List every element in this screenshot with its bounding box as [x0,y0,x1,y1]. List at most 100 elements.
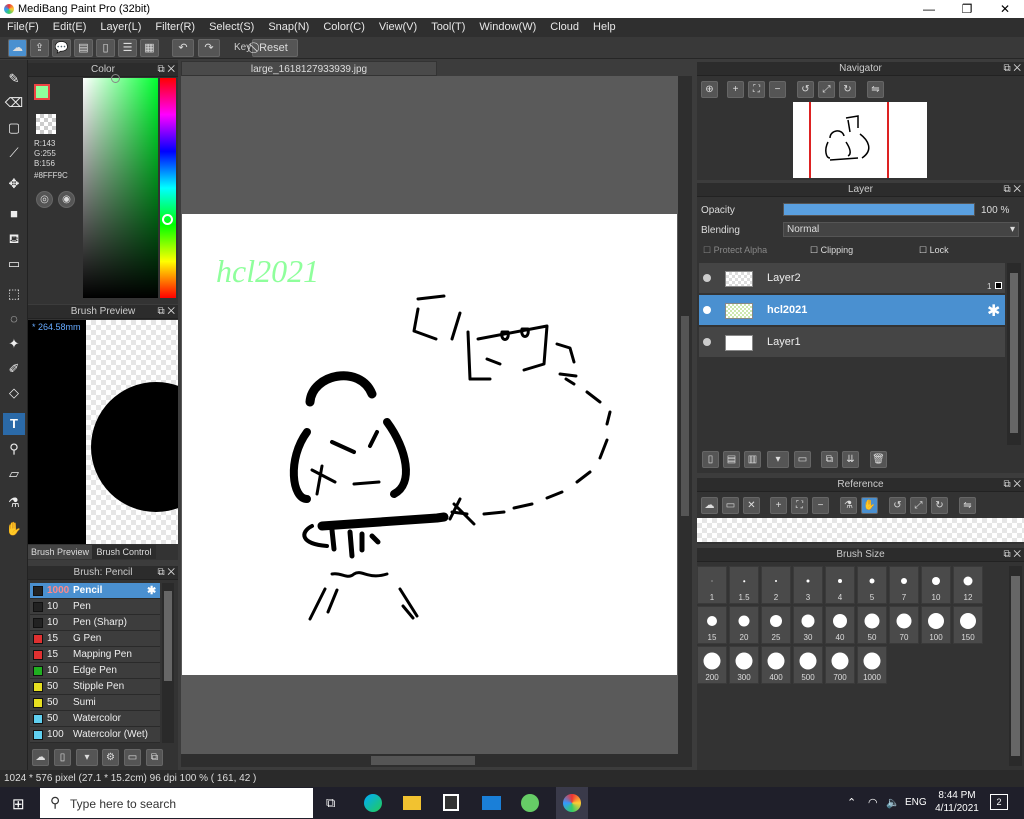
opacity-slider[interactable] [783,203,975,216]
reference-canvas[interactable] [697,518,1024,542]
file-explorer-icon[interactable] [403,796,421,810]
divide-tool-icon[interactable]: ▱ [3,463,25,485]
operation-tool-icon[interactable]: ⚲ [3,438,25,460]
scrollbar-thumb[interactable] [1010,273,1018,433]
tab-brush-preview[interactable]: Brush Preview [28,545,92,559]
menu-tool[interactable]: Tool(T) [424,18,472,37]
lasso-tool-icon[interactable]: ◌ [3,308,25,330]
brush-tool-icon[interactable]: ✎ [3,68,25,90]
brush-size-option[interactable]: 15 [697,606,727,644]
trash-icon[interactable]: 🗑 [870,451,887,468]
brush-item[interactable]: 10 Pen (Sharp) [30,615,160,631]
brush-item[interactable]: 15 G Pen [30,631,160,647]
close-icon[interactable]: ⧉ ✕ [157,566,175,580]
brush-size-option[interactable]: 40 [825,606,855,644]
brush-size-option[interactable]: 4 [825,566,855,604]
close-icon[interactable]: ⧉ ✕ [157,305,175,319]
mail-icon[interactable] [482,796,501,810]
task-view-icon[interactable]: ⧉ [326,795,335,811]
fit-icon[interactable]: ⛶ [791,497,808,514]
fit-screen-icon[interactable]: ⤢ [818,81,835,98]
brush-item[interactable]: 15 Mapping Pen [30,647,160,663]
eyedropper-icon[interactable]: ⚗ [840,497,857,514]
comment-icon[interactable]: 💬 [52,39,71,57]
document-icon[interactable]: ▯ [96,39,115,57]
scrollbar-thumb[interactable] [371,756,475,765]
brush-size-option[interactable]: 300 [729,646,759,684]
select-rect-tool-icon[interactable]: ⬚ [3,283,25,305]
brush-size-option[interactable]: 500 [793,646,823,684]
brush-size-option[interactable]: 10 [921,566,951,604]
horizontal-scrollbar[interactable] [181,754,692,767]
hand-tool-icon[interactable]: ✋ [3,518,25,540]
menu-file[interactable]: File(F) [0,18,46,37]
menu-cloud[interactable]: Cloud [543,18,586,37]
undo-icon[interactable]: ↶ [172,39,194,57]
folder-icon[interactable]: ▭ [794,451,811,468]
protect-alpha-checkbox[interactable]: ☐ Protect Alpha [703,245,767,256]
menu-layer[interactable]: Layer(L) [93,18,148,37]
layer-row[interactable]: Layer1 [699,327,1005,358]
message-icon[interactable]: ▤ [74,39,93,57]
redo-icon[interactable]: ↷ [198,39,220,57]
language-indicator[interactable]: ENG [905,797,927,808]
brush-item[interactable]: 50 Sumi [30,695,160,711]
bucket-tool-icon[interactable]: ⛾ [3,228,25,250]
cloud-download-icon[interactable]: ☁ [32,749,49,766]
fit-icon[interactable]: ⛶ [748,81,765,98]
menu-window[interactable]: Window(W) [472,18,543,37]
brush-size-scrollbar[interactable] [1009,566,1022,766]
vertical-scrollbar[interactable] [678,76,692,756]
maximize-button[interactable]: ❐ [948,0,986,18]
drawing-canvas[interactable]: hcl2021 [182,214,677,675]
visibility-eye-icon[interactable] [703,274,711,282]
scrollbar-thumb[interactable] [1011,576,1020,756]
brush-item[interactable]: 50 Stipple Pen [30,679,160,695]
move-tool-icon[interactable]: ✥ [3,173,25,195]
rotate-left-icon[interactable]: ↺ [889,497,906,514]
select-pen-tool-icon[interactable]: ✐ [3,358,25,380]
visibility-eye-icon[interactable] [703,306,711,314]
flip-icon[interactable]: ⇋ [959,497,976,514]
brush-size-option[interactable]: 70 [889,606,919,644]
list-icon[interactable]: ☰ [118,39,137,57]
close-icon[interactable]: ⧉ ✕ [1003,62,1021,76]
brush-size-option[interactable]: 400 [761,646,791,684]
notification-icon[interactable]: 2 [990,794,1008,810]
flip-icon[interactable]: ⇋ [867,81,884,98]
blending-select[interactable]: Normal ▾ [783,222,1019,237]
brush-size-option[interactable]: 200 [697,646,727,684]
rotate-right-icon[interactable]: ↻ [839,81,856,98]
new-brush-icon[interactable]: ▯ [54,749,71,766]
menu-view[interactable]: View(V) [372,18,424,37]
scrollbar-thumb[interactable] [681,316,689,516]
menu-filter[interactable]: Filter(R) [148,18,202,37]
close-icon[interactable]: ⧉ ✕ [1003,548,1021,562]
duplicate-icon[interactable]: ⧉ [146,749,163,766]
menu-help[interactable]: Help [586,18,623,37]
add-layer-dropdown-icon[interactable]: ▾ [767,451,789,468]
grid-icon[interactable]: ▦ [140,39,159,57]
lock-checkbox[interactable]: ☐ Lock [919,245,949,256]
eraser-tool-icon[interactable]: ⌫ [3,92,25,114]
brush-item[interactable]: 1000 Pencil ✱ [30,583,160,599]
fill-rect-tool-icon[interactable]: ■ [3,203,25,225]
hand-icon[interactable]: ✋ [861,497,878,514]
gradient-tool-icon[interactable]: ▭ [3,253,25,275]
select-eraser-tool-icon[interactable]: ◇ [3,382,25,404]
brush-size-option[interactable]: 150 [953,606,983,644]
zoom-out-icon[interactable]: − [812,497,829,514]
folder-icon[interactable]: ▭ [124,749,141,766]
color-adjust-icon[interactable]: ◉ [58,191,75,208]
zoom-in-icon[interactable]: + [727,81,744,98]
close-icon[interactable]: ⧉ ✕ [157,63,175,77]
rectangle-tool-icon[interactable]: ▢ [3,117,25,139]
brush-size-option[interactable]: 700 [825,646,855,684]
transparent-color-swatch[interactable] [36,114,56,134]
rotate-right-icon[interactable]: ↻ [931,497,948,514]
brush-size-option[interactable]: 5 [857,566,887,604]
cloud-sync-icon[interactable]: ☁ [8,39,27,57]
saturation-value-picker[interactable] [83,74,158,298]
brush-item[interactable]: 10 Pen [30,599,160,615]
close-icon[interactable]: ⧉ ✕ [1003,478,1021,492]
